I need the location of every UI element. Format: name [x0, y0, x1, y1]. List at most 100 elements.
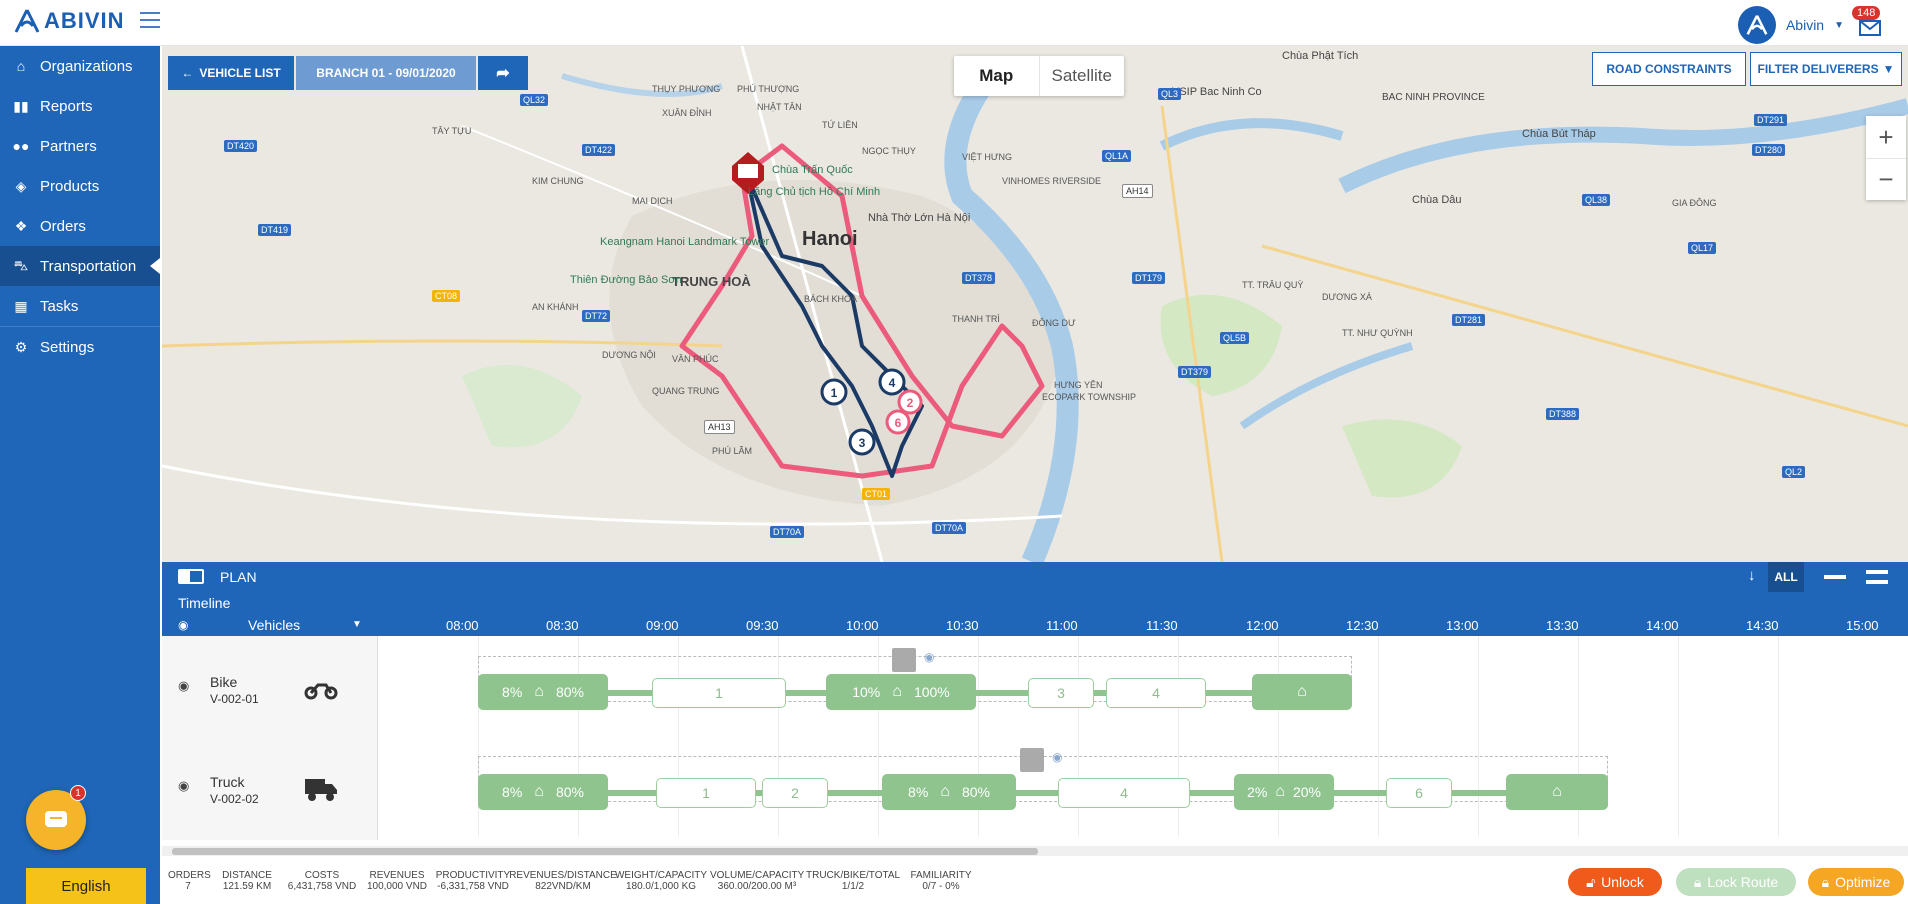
tab-map[interactable]: Map — [954, 56, 1039, 96]
warehouse-icon: ⌂ — [892, 683, 902, 700]
optimize-button[interactable]: 🔒︎ Optimize — [1808, 868, 1904, 896]
stop-block[interactable]: 2 — [762, 778, 828, 808]
sidebar-item-label: Products — [40, 177, 100, 195]
stop-block[interactable]: 1 — [652, 678, 786, 708]
hour-label: 15:00 — [1846, 618, 1879, 633]
eye-icon[interactable]: ◉ — [178, 614, 188, 636]
depot-load-block[interactable]: 2% ⌂ 20% — [1234, 774, 1334, 810]
driver-avatar-icon[interactable] — [1020, 748, 1044, 772]
hour-label: 12:00 — [1246, 618, 1279, 633]
eye-icon[interactable]: ◉ — [924, 650, 934, 664]
plan-header: PLAN ↓ ALL — [162, 562, 1908, 592]
sidebar-item-products[interactable]: ◈ Products — [0, 166, 160, 206]
svg-text:6: 6 — [895, 416, 902, 430]
hour-label: 09:00 — [646, 618, 679, 633]
hour-label: 11:00 — [1046, 618, 1078, 633]
sidebar-item-transportation[interactable]: ⛍ Transportation — [0, 246, 160, 286]
scrollbar-thumb[interactable] — [172, 848, 1038, 855]
sidebar-item-tasks[interactable]: ▦ Tasks — [0, 286, 160, 326]
stat-value: 7 — [185, 881, 191, 892]
driver-avatar-icon[interactable] — [892, 648, 916, 672]
map-type-toggle: Map Satellite — [954, 56, 1124, 96]
sidebar-item-label: Orders — [40, 217, 86, 235]
sidebar-item-orders[interactable]: ❖ Orders — [0, 206, 160, 246]
svg-text:1: 1 — [831, 386, 838, 400]
tab-satellite[interactable]: Satellite — [1038, 56, 1125, 96]
share-arrow-icon: ➦ — [496, 65, 510, 82]
gear-icon: ⚙ — [14, 338, 28, 355]
hour-label: 09:30 — [746, 618, 779, 633]
logo-text: ABIVIN — [44, 8, 125, 33]
svg-text:2: 2 — [907, 396, 914, 410]
timeline-hours: 08:00 08:30 09:00 09:30 10:00 10:30 11:0… — [378, 592, 1908, 636]
boxes-icon: ◈ — [15, 177, 27, 194]
route-map[interactable]: THỤY PHƯƠNG PHÚ THƯỢNG NHẬT TÂN XUÂN ĐỈN… — [162, 46, 1908, 562]
sidebar-item-partners[interactable]: ●● Partners — [0, 126, 160, 166]
expand-view-icon[interactable] — [1866, 570, 1888, 584]
avatar[interactable] — [1737, 6, 1776, 44]
filter-deliverers-label: FILTER DELIVERERS — [1757, 62, 1879, 76]
vehicle-id: V-002-02 — [210, 792, 259, 806]
depot-load-block[interactable]: 8% ⌂ 80% — [478, 674, 608, 710]
unlock-button[interactable]: 🔓︎ Unlock — [1568, 868, 1662, 896]
chat-icon — [45, 811, 67, 827]
sidebar-item-label: Tasks — [40, 297, 79, 315]
depot-load-block[interactable]: 8% ⌂ 80% — [478, 774, 608, 810]
eye-icon[interactable]: ◉ — [178, 678, 189, 694]
timeline-scrollbar[interactable] — [162, 846, 1908, 856]
collapse-view-icon[interactable] — [1824, 575, 1846, 579]
road-constraints-button[interactable]: ROAD CONSTRAINTS — [1592, 52, 1746, 86]
depot-load-block[interactable]: 8% ⌂ 80% — [882, 774, 1016, 810]
language-selector[interactable]: English — [26, 868, 146, 904]
warehouse-icon: ⌂ — [1552, 783, 1562, 800]
notification-button[interactable]: 148 — [1852, 6, 1884, 40]
sidebar-item-settings[interactable]: ⚙ Settings — [0, 327, 160, 367]
stop-block[interactable]: 4 — [1058, 778, 1190, 808]
stat-orders: ORDERS 7 — [168, 870, 211, 892]
filter-deliverers-button[interactable]: FILTER DELIVERERS ▼ — [1750, 52, 1902, 86]
chevron-down-icon[interactable]: ▼ — [352, 614, 362, 636]
stat-volume-capacity: VOLUME/CAPACITY 360.00/200.00 M³ — [710, 870, 804, 892]
return-depot-block[interactable]: ⌂ — [1506, 774, 1608, 810]
eye-icon[interactable]: ◉ — [178, 778, 189, 794]
sidebar-item-organizations[interactable]: ⌂ Organizations — [0, 46, 160, 86]
stat-revenues: REVENUES 100,000 VND — [362, 870, 432, 892]
depot-load-block[interactable]: 10% ⌂ 100% — [826, 674, 976, 710]
abivin-logo[interactable]: ABIVIN — [14, 8, 125, 34]
stop-block[interactable]: 6 — [1386, 778, 1452, 808]
stat-costs: COSTS 6,431,758 VND — [282, 870, 362, 892]
share-button[interactable]: ➦ — [478, 56, 528, 90]
menu-toggle-icon[interactable] — [140, 12, 160, 33]
chevron-down-icon[interactable]: ▼ — [1834, 20, 1844, 31]
plan-title: PLAN — [220, 569, 257, 585]
vehicle-list-button[interactable]: ← VEHICLE LIST — [168, 56, 294, 90]
all-filter-button[interactable]: ALL — [1768, 562, 1804, 592]
stop-marker-4: 4 — [878, 368, 906, 396]
branch-selector[interactable]: BRANCH 01 - 09/01/2020 — [296, 56, 476, 90]
timeline-label: Timeline — [162, 592, 378, 614]
truck-icon — [305, 779, 337, 801]
zoom-in-button[interactable]: + — [1866, 116, 1906, 158]
eye-icon[interactable]: ◉ — [1052, 750, 1062, 764]
calendar-icon: ▦ — [14, 297, 28, 314]
sidebar-item-reports[interactable]: ▮▮ Reports — [0, 86, 160, 126]
stop-block[interactable]: 3 — [1028, 678, 1094, 708]
stat-label: COSTS — [304, 870, 340, 881]
return-depot-block[interactable]: ⌂ — [1252, 674, 1352, 710]
cubes-icon: ❖ — [14, 217, 28, 234]
warehouse-icon: ⌂ — [534, 783, 544, 800]
lock-route-button[interactable]: 🔒︎ Lock Route — [1676, 868, 1796, 896]
stop-block[interactable]: 1 — [656, 778, 756, 808]
bar-chart-icon: ▮▮ — [13, 97, 29, 114]
panel-toggle-icon[interactable] — [178, 569, 204, 584]
hour-label: 08:30 — [546, 618, 579, 633]
stat-label: VOLUME/CAPACITY — [710, 870, 805, 881]
stat-value: 822VND/KM — [535, 881, 591, 892]
arrow-down-icon[interactable]: ↓ — [1748, 567, 1756, 584]
home-icon: ⌂ — [16, 58, 26, 74]
user-name[interactable]: Abivin — [1786, 17, 1824, 33]
stop-block[interactable]: 4 — [1106, 678, 1206, 708]
stat-truck-bike-total: TRUCK/BIKE/TOTAL 1/1/2 — [806, 870, 900, 892]
zoom-out-button[interactable]: − — [1866, 158, 1906, 200]
user-area: Abivin ▼ 148 — [1737, 6, 1884, 44]
